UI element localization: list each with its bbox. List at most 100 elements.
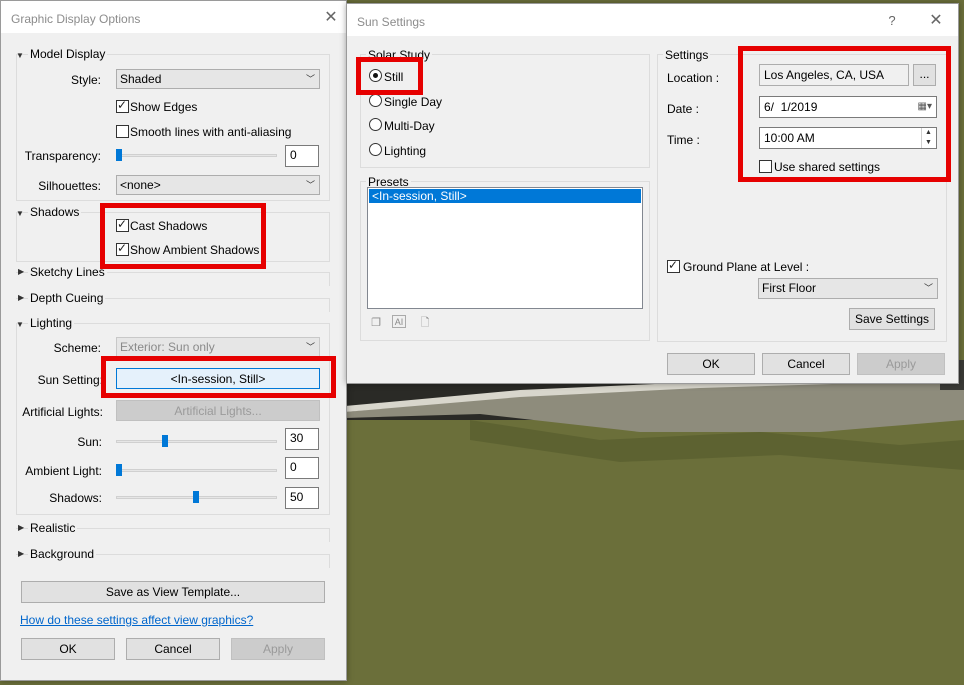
- expand-triangle-icon[interactable]: ▶: [18, 267, 24, 276]
- ambient-light-input[interactable]: 0: [285, 457, 319, 479]
- apply-button[interactable]: Apply: [857, 353, 945, 375]
- ambient-shadows-label[interactable]: Show Ambient Shadows: [130, 243, 259, 257]
- scheme-dropdown[interactable]: Exterior: Sun only ﹀: [116, 337, 320, 357]
- multi-day-radio[interactable]: [369, 118, 382, 131]
- sun-settings-dialog: Sun Settings ? ✕ Solar Study Still Singl…: [346, 3, 959, 384]
- ground-plane-checkbox[interactable]: [667, 258, 680, 273]
- apply-button[interactable]: Apply: [231, 638, 325, 660]
- shadows-intensity-label: Shadows:: [49, 491, 102, 505]
- list-item[interactable]: <In-session, Still>: [369, 189, 641, 203]
- solar-study-heading: Solar Study: [366, 48, 433, 62]
- shadows-heading[interactable]: Shadows: [28, 205, 82, 219]
- depth-cueing-heading[interactable]: Depth Cueing: [28, 291, 106, 305]
- model-display-heading[interactable]: Model Display: [28, 47, 108, 61]
- collapse-triangle-icon[interactable]: ▼: [16, 320, 24, 329]
- sun-slider[interactable]: [116, 440, 277, 443]
- save-as-view-template-button[interactable]: Save as View Template...: [21, 581, 325, 603]
- help-icon[interactable]: ?: [883, 12, 901, 30]
- delete-preset-icon[interactable]: 🗋: [417, 315, 433, 331]
- ambient-light-label: Ambient Light:: [25, 464, 102, 478]
- date-field[interactable]: 6/ 1/2019 ▦▾: [759, 96, 937, 118]
- close-icon[interactable]: ✕: [322, 9, 340, 27]
- ok-button[interactable]: OK: [667, 353, 755, 375]
- sun-slider-thumb[interactable]: [162, 435, 168, 447]
- close-icon[interactable]: ✕: [927, 12, 945, 30]
- cancel-button[interactable]: Cancel: [126, 638, 220, 660]
- rename-preset-icon[interactable]: AI: [392, 315, 406, 328]
- show-edges-checkbox[interactable]: [116, 98, 129, 113]
- shadows-input[interactable]: 50: [285, 487, 319, 509]
- smooth-lines-label[interactable]: Smooth lines with anti-aliasing: [130, 125, 291, 139]
- location-field[interactable]: Los Angeles, CA, USA: [759, 64, 909, 86]
- lighting-heading[interactable]: Lighting: [28, 316, 75, 330]
- sketchy-lines-heading[interactable]: Sketchy Lines: [28, 265, 107, 279]
- sun-setting-label: Sun Setting:: [37, 373, 103, 387]
- time-label: Time :: [667, 133, 700, 147]
- duplicate-preset-icon[interactable]: ❐: [368, 315, 384, 331]
- artificial-lights-label: Artificial Lights:: [22, 405, 103, 419]
- ambient-light-slider-thumb[interactable]: [116, 464, 122, 476]
- date-value: 6/ 1/2019: [764, 100, 818, 114]
- collapse-triangle-icon[interactable]: ▼: [16, 209, 24, 218]
- style-label: Style:: [70, 73, 101, 87]
- presets-list[interactable]: <In-session, Still>: [367, 187, 643, 309]
- ambient-light-slider[interactable]: [116, 469, 277, 472]
- silhouettes-dropdown[interactable]: <none> ﹀: [116, 175, 320, 195]
- use-shared-settings-checkbox[interactable]: [759, 160, 772, 173]
- ground-plane-label[interactable]: Ground Plane at Level :: [683, 260, 809, 274]
- style-dropdown[interactable]: Shaded ﹀: [116, 69, 320, 89]
- sun-label: Sun:: [77, 435, 102, 449]
- chevron-down-icon: ﹀: [305, 342, 315, 352]
- show-edges-label[interactable]: Show Edges: [130, 100, 197, 114]
- date-label: Date :: [667, 102, 700, 116]
- level-dropdown[interactable]: First Floor ﹀: [758, 278, 938, 299]
- artificial-lights-button[interactable]: Artificial Lights...: [116, 400, 320, 421]
- gdo-titlebar[interactable]: Graphic Display Options ✕: [1, 1, 346, 33]
- expand-triangle-icon[interactable]: ▶: [18, 523, 24, 532]
- style-value: Shaded: [120, 72, 162, 86]
- expand-triangle-icon[interactable]: ▶: [18, 293, 24, 302]
- transparency-slider[interactable]: [116, 154, 277, 157]
- collapse-triangle-icon[interactable]: ▼: [16, 51, 24, 60]
- chevron-down-icon: ﹀: [305, 180, 315, 190]
- transparency-input[interactable]: 0: [285, 145, 319, 167]
- time-spin-up-icon[interactable]: ▲: [921, 128, 935, 138]
- background-heading[interactable]: Background: [28, 547, 97, 561]
- time-field[interactable]: 10:00 AM ▲ ▼: [759, 127, 937, 149]
- save-settings-button[interactable]: Save Settings: [849, 308, 935, 330]
- graphic-display-options-dialog: Graphic Display Options ✕ ▼ Model Displa…: [0, 0, 347, 681]
- ambient-shadows-checkbox[interactable]: [116, 241, 129, 256]
- time-value: 10:00 AM: [764, 131, 815, 145]
- chevron-down-icon: ﹀: [923, 283, 933, 293]
- expand-triangle-icon[interactable]: ▶: [18, 549, 24, 558]
- sun-title: Sun Settings: [357, 15, 426, 29]
- still-label[interactable]: Still: [384, 70, 403, 84]
- multi-day-label[interactable]: Multi-Day: [384, 119, 435, 133]
- single-day-radio[interactable]: [369, 94, 382, 107]
- sun-setting-button[interactable]: <In-session, Still>: [116, 368, 320, 389]
- sun-input[interactable]: 30: [285, 428, 319, 450]
- lighting-radio[interactable]: [369, 143, 382, 156]
- realistic-heading[interactable]: Realistic: [28, 521, 78, 535]
- silhouettes-value: <none>: [120, 178, 161, 192]
- use-shared-settings-label[interactable]: Use shared settings: [774, 160, 880, 174]
- transparency-label: Transparency:: [24, 149, 101, 163]
- location-browse-button[interactable]: ...: [913, 64, 936, 86]
- lighting-label[interactable]: Lighting: [384, 144, 426, 158]
- calendar-icon[interactable]: ▦▾: [918, 97, 932, 117]
- help-link[interactable]: How do these settings affect view graphi…: [20, 613, 253, 627]
- cast-shadows-label[interactable]: Cast Shadows: [130, 219, 207, 233]
- shadows-slider-thumb[interactable]: [193, 491, 199, 503]
- cast-shadows-checkbox[interactable]: [116, 217, 129, 232]
- ok-button[interactable]: OK: [21, 638, 115, 660]
- sun-titlebar[interactable]: Sun Settings ? ✕: [347, 4, 958, 36]
- transparency-slider-thumb[interactable]: [116, 149, 122, 161]
- settings-heading: Settings: [663, 48, 711, 62]
- still-radio[interactable]: [369, 69, 382, 82]
- smooth-lines-checkbox[interactable]: [116, 125, 129, 138]
- silhouettes-label: Silhouettes:: [38, 179, 101, 193]
- time-spin-down-icon[interactable]: ▼: [921, 138, 935, 148]
- cancel-button[interactable]: Cancel: [762, 353, 850, 375]
- scheme-value: Exterior: Sun only: [120, 340, 215, 354]
- single-day-label[interactable]: Single Day: [384, 95, 442, 109]
